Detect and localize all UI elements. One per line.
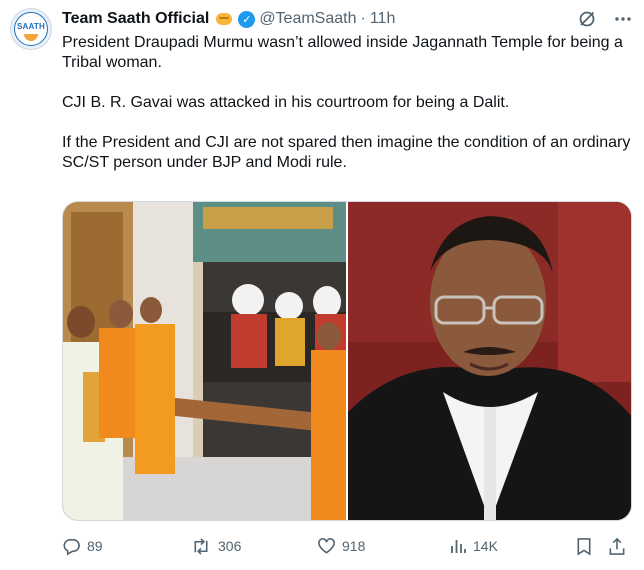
tweet-header: Team Saath Official ✓ @TeamSaath · 11h xyxy=(62,8,395,30)
tweet-paragraph: President Draupadi Murmu wasn’t allowed … xyxy=(62,34,623,71)
reply-icon xyxy=(62,537,81,556)
tweet-paragraph: If the President and CJI are not spared … xyxy=(62,134,631,171)
temple-photo[interactable] xyxy=(63,202,346,520)
share-icon xyxy=(608,537,626,556)
share-button[interactable] xyxy=(608,533,626,559)
views-button[interactable]: 14K xyxy=(449,533,498,559)
views-icon xyxy=(449,537,467,555)
action-bar: 89 306 918 14K xyxy=(62,533,632,559)
avatar-logo-text: SAATH xyxy=(17,22,45,31)
tweet-text: President Draupadi Murmu wasn’t allowed … xyxy=(62,33,632,193)
tweet-card[interactable]: SAATH Team Saath Official ✓ @TeamSaath ·… xyxy=(0,0,644,570)
bookmark-icon xyxy=(576,537,592,556)
avatar[interactable]: SAATH xyxy=(10,8,52,50)
grok-icon[interactable] xyxy=(578,10,596,28)
author-handle[interactable]: @TeamSaath xyxy=(259,10,356,28)
more-options-icon[interactable] xyxy=(614,10,632,28)
handshake-emoji-icon xyxy=(216,13,233,25)
tweet-time[interactable]: 11h xyxy=(370,10,396,28)
header-actions xyxy=(578,8,632,30)
repost-button[interactable]: 306 xyxy=(190,533,241,559)
author-name[interactable]: Team Saath Official xyxy=(62,10,209,28)
repost-icon xyxy=(190,537,212,556)
tweet-paragraph: CJI B. R. Gavai was attacked in his cour… xyxy=(62,94,510,111)
like-count: 918 xyxy=(342,538,366,554)
reply-count: 89 xyxy=(87,538,103,554)
verified-badge-icon[interactable]: ✓ xyxy=(238,10,256,28)
reply-button[interactable]: 89 xyxy=(62,533,103,559)
media-grid xyxy=(62,201,632,521)
bookmark-button[interactable] xyxy=(576,533,592,559)
views-count: 14K xyxy=(473,538,498,554)
heart-icon xyxy=(317,537,336,555)
like-button[interactable]: 918 xyxy=(317,533,365,559)
courtroom-photo[interactable] xyxy=(348,202,631,520)
repost-count: 306 xyxy=(218,538,242,554)
header-separator: · xyxy=(360,10,366,27)
